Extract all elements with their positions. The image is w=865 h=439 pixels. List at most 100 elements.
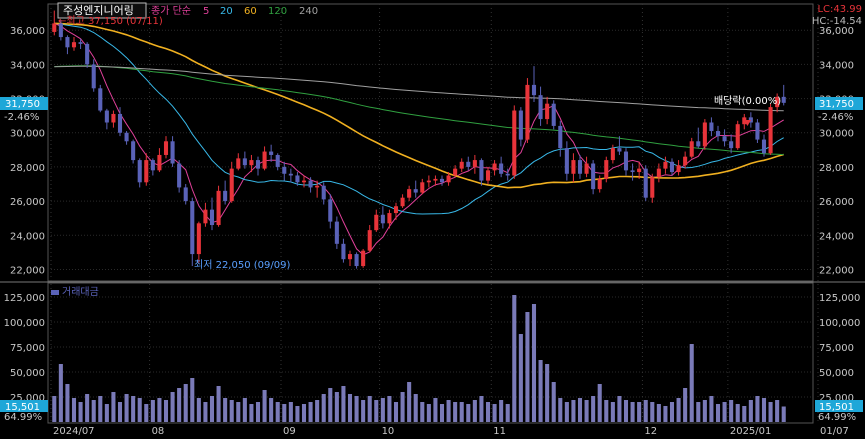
candle-body xyxy=(269,151,274,155)
volume-bar xyxy=(117,402,123,422)
volume-bar xyxy=(78,402,83,422)
volume-bar xyxy=(512,295,517,422)
volume-bar xyxy=(663,406,668,422)
lc-readout: LC:43.99 xyxy=(817,4,862,15)
candle-body xyxy=(328,199,333,222)
candle-body xyxy=(288,173,293,176)
volume-bar xyxy=(748,400,753,422)
volume-tick-label-right: 100,000 xyxy=(819,318,860,329)
volume-bar xyxy=(71,398,77,422)
volume-bar xyxy=(676,398,681,422)
candle-body xyxy=(656,168,661,178)
volume-bar xyxy=(190,378,195,422)
volume-bar xyxy=(52,396,57,422)
time-tick-label: 01/07 xyxy=(820,426,849,437)
candle-body xyxy=(78,42,83,44)
candle-body xyxy=(111,113,116,123)
time-tick-label: 11 xyxy=(493,426,506,437)
time-tick-label: 2024/07 xyxy=(53,426,95,437)
price-tick-label-left: 36,000 xyxy=(10,26,45,37)
candle-body xyxy=(236,158,241,169)
volume-bar xyxy=(131,396,136,422)
volume-bar xyxy=(591,396,596,422)
stock-chart[interactable]: 36,00036,00034,00034,00032,00032,00030,0… xyxy=(0,0,865,439)
candle-body xyxy=(124,132,129,142)
volume-bar xyxy=(439,404,445,422)
price-tick-label-right: 22,000 xyxy=(819,265,854,276)
volume-bar xyxy=(361,400,366,422)
candle-body xyxy=(71,42,77,48)
volume-bar xyxy=(702,400,707,422)
price-tick-label-left: 24,000 xyxy=(10,231,45,242)
candle-body xyxy=(472,160,477,167)
candle-body xyxy=(367,230,372,251)
volume-tick-label-right: 75,000 xyxy=(819,343,854,354)
candle-body xyxy=(295,175,300,183)
ma-legend-20: 20 xyxy=(220,6,233,17)
candle-body xyxy=(551,103,556,126)
volume-bar xyxy=(472,400,477,422)
candle-body xyxy=(117,113,123,133)
volume-bar xyxy=(196,398,201,422)
candle-body xyxy=(696,141,701,147)
ma-legend-5: 5 xyxy=(203,6,209,17)
volume-tick-label-right: 125,000 xyxy=(819,293,860,304)
candle-body xyxy=(255,160,261,169)
volume-bar xyxy=(610,402,615,422)
candle-body xyxy=(407,189,412,198)
candle-body xyxy=(439,178,445,183)
volume-bar xyxy=(538,360,543,422)
candle-body xyxy=(781,96,786,103)
current-change-left: -2.46% xyxy=(4,112,39,123)
volume-bar xyxy=(262,390,267,422)
candle-body xyxy=(301,180,307,183)
candle-body xyxy=(347,254,353,260)
time-tick-label: 09 xyxy=(283,426,296,437)
volume-bar xyxy=(630,402,635,422)
candle-body xyxy=(663,161,668,169)
volume-bar xyxy=(393,402,399,422)
candle-body xyxy=(170,141,175,164)
candle-body xyxy=(597,178,602,190)
volume-bar xyxy=(669,402,675,422)
candle-body xyxy=(623,151,629,171)
time-tick-label: 2025/01 xyxy=(730,426,772,437)
high-annotation: ←최고 37,150 (07/11) xyxy=(58,15,163,27)
candle-body xyxy=(446,175,451,183)
candle-body xyxy=(282,166,287,174)
volume-bar xyxy=(492,404,497,422)
volume-bar xyxy=(479,396,484,422)
volume-bar xyxy=(453,402,458,422)
candle-body xyxy=(466,161,471,167)
candle-body xyxy=(315,185,320,188)
candle-body xyxy=(98,88,103,111)
candle-body xyxy=(702,122,707,147)
volume-bar xyxy=(545,364,550,422)
volume-bar xyxy=(650,402,655,422)
candle-body xyxy=(453,168,458,176)
candle-body xyxy=(52,23,57,32)
volume-bar xyxy=(722,402,727,422)
candle-body xyxy=(591,163,596,190)
volume-bar xyxy=(347,394,353,422)
candle-body xyxy=(216,190,221,226)
price-tick-label-left: 30,000 xyxy=(10,129,45,140)
volume-bar xyxy=(91,400,96,422)
candle-body xyxy=(643,168,648,198)
volume-bar xyxy=(735,404,740,422)
candle-body xyxy=(183,187,188,202)
volume-bar xyxy=(709,396,714,422)
volume-bar xyxy=(558,398,563,422)
candle-body xyxy=(85,43,90,65)
candle-body xyxy=(545,103,550,120)
candle-body xyxy=(492,163,497,171)
candle-body xyxy=(229,168,234,202)
volume-bar xyxy=(98,396,103,422)
volume-bar xyxy=(584,400,589,422)
volume-bar xyxy=(623,400,629,422)
candle-body xyxy=(531,84,537,96)
volume-bar xyxy=(564,402,569,422)
volume-tick-label-left: 125,000 xyxy=(4,293,45,304)
candle-body xyxy=(538,95,543,120)
candle-body xyxy=(709,122,714,132)
